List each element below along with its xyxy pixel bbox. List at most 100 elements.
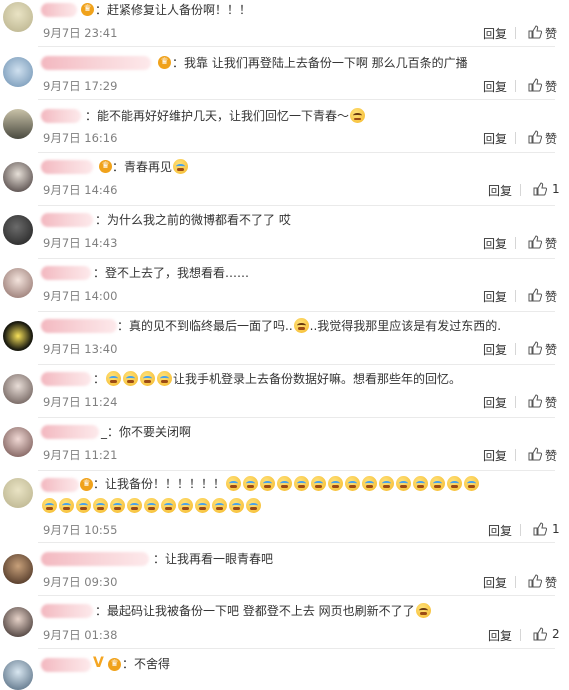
comment-item: ♛ ：赶紧修复让人备份啊！！！ 9月7日 23:41 回复 赞 (0, 0, 569, 48)
thumbs-up-icon[interactable] (533, 522, 547, 536)
avatar[interactable] (3, 374, 33, 404)
avatar[interactable] (3, 268, 33, 298)
crying-face-icon (396, 476, 412, 491)
like-count[interactable]: 1 (552, 182, 560, 196)
reply-button[interactable]: 回复 (483, 447, 507, 464)
row-divider (38, 46, 555, 47)
username-blurred[interactable] (41, 3, 77, 17)
reply-button[interactable]: 回复 (483, 130, 507, 147)
reply-button[interactable]: 回复 (483, 235, 507, 252)
like-count[interactable]: 1 (552, 522, 560, 536)
crying-face-icon (173, 159, 189, 174)
crying-face-icon (106, 371, 122, 386)
reply-button[interactable]: 回复 (483, 288, 507, 305)
username-blurred[interactable] (41, 109, 81, 123)
comment-time: 9月7日 14:43 (43, 236, 118, 250)
avatar[interactable] (3, 2, 33, 32)
thumbs-up-icon[interactable] (528, 447, 542, 461)
thumbs-up-icon[interactable] (528, 574, 542, 588)
avatar[interactable] (3, 57, 33, 87)
reply-button[interactable]: 回复 (483, 25, 507, 42)
reply-button[interactable]: 回复 (488, 627, 512, 644)
comment-text-line-2 (41, 498, 262, 514)
like-label[interactable]: 赞 (545, 447, 557, 464)
username-blurred[interactable] (41, 478, 79, 492)
thumbs-up-icon[interactable] (528, 78, 542, 92)
reply-button[interactable]: 回复 (483, 341, 507, 358)
crying-face-icon (161, 498, 176, 513)
comment-item: ：登不上去了，我想看看…… 9月7日 14:00 回复 赞 (0, 260, 569, 313)
like-label[interactable]: 赞 (545, 235, 557, 252)
comment-item: V ♛ ：不舍得 (0, 650, 569, 690)
reply-button[interactable]: 回复 (488, 522, 512, 539)
like-count[interactable]: 2 (552, 627, 560, 641)
like-label[interactable]: 赞 (545, 25, 557, 42)
thumbs-up-icon[interactable] (528, 341, 542, 355)
comment-text: ：赶紧修复让人备份啊！！！ (95, 3, 252, 17)
comment-text-content: ：青春再见 (112, 160, 173, 174)
divider-vertical (515, 80, 516, 92)
divider-vertical (515, 343, 516, 355)
crying-face-icon (195, 498, 210, 513)
comment-item: ♛ ：让我备份！！！！！！ 9月7日 10:55 回复 1 (0, 472, 569, 544)
comment-text-content-2: ..我觉得我那里应该是有发过东西的. (309, 319, 502, 333)
username-blurred[interactable] (41, 56, 151, 70)
crying-face-icon (123, 371, 139, 386)
reply-button[interactable]: 回复 (483, 78, 507, 95)
reply-button[interactable]: 回复 (483, 394, 507, 411)
avatar[interactable] (3, 215, 33, 245)
crying-face-icon (328, 476, 344, 491)
divider-vertical (515, 576, 516, 588)
like-label[interactable]: 赞 (545, 574, 557, 591)
crying-face-icon (260, 476, 276, 491)
thumbs-up-icon[interactable] (528, 288, 542, 302)
avatar[interactable] (3, 427, 33, 457)
member-crown-icon: ♛ (108, 658, 121, 671)
like-label[interactable]: 赞 (545, 341, 557, 358)
divider-vertical (520, 184, 521, 196)
like-label[interactable]: 赞 (545, 130, 557, 147)
thumbs-up-icon[interactable] (528, 130, 542, 144)
username-blurred[interactable] (41, 552, 149, 566)
reply-button[interactable]: 回复 (483, 574, 507, 591)
reply-button[interactable]: 回复 (488, 182, 512, 199)
thumbs-up-icon[interactable] (533, 182, 547, 196)
username-blurred[interactable] (41, 604, 93, 618)
avatar[interactable] (3, 660, 33, 690)
comment-time: 9月7日 11:24 (43, 395, 118, 409)
like-label[interactable]: 赞 (545, 394, 557, 411)
username-blurred[interactable] (41, 658, 91, 672)
username-blurred[interactable] (41, 266, 91, 280)
thumbs-up-icon[interactable] (528, 25, 542, 39)
username-blurred[interactable] (41, 213, 93, 227)
row-divider (38, 648, 555, 649)
thumbs-up-icon[interactable] (528, 394, 542, 408)
crying-face-icon (362, 476, 378, 491)
avatar[interactable] (3, 478, 33, 508)
thumbs-up-icon[interactable] (528, 235, 542, 249)
comment-text-content-2: 让我手机登录上去备份数据好嘛。想看那些年的回忆。 (173, 372, 462, 386)
username-blurred[interactable] (41, 372, 91, 386)
laughing-face-icon (415, 603, 431, 618)
comment-item: ：让我再看一眼青春吧 9月7日 09:30 回复 赞 (0, 544, 569, 597)
comment-text-content: ：让我备份！！！！！！ (93, 477, 226, 491)
thumbs-up-icon[interactable] (533, 627, 547, 641)
username-blurred[interactable] (41, 160, 93, 174)
divider-vertical (515, 396, 516, 408)
crying-face-icon (76, 498, 91, 513)
comment-item: ：为什么我之前的微博都看不了了 哎 9月7日 14:43 回复 赞 (0, 207, 569, 260)
avatar[interactable] (3, 321, 33, 351)
sad-face-icon (350, 108, 366, 123)
avatar[interactable] (3, 162, 33, 192)
like-label[interactable]: 赞 (545, 288, 557, 305)
member-crown-icon: ♛ (158, 56, 171, 69)
avatar[interactable] (3, 607, 33, 637)
comment-time: 9月7日 16:16 (43, 131, 118, 145)
like-label[interactable]: 赞 (545, 78, 557, 95)
avatar[interactable] (3, 109, 33, 139)
username-blurred[interactable] (41, 319, 117, 333)
username-blurred[interactable] (41, 425, 99, 439)
avatar[interactable] (3, 554, 33, 584)
row-divider (38, 311, 555, 312)
comment-item: ♛ ：青春再见 9月7日 14:46 回复 1 (0, 154, 569, 207)
